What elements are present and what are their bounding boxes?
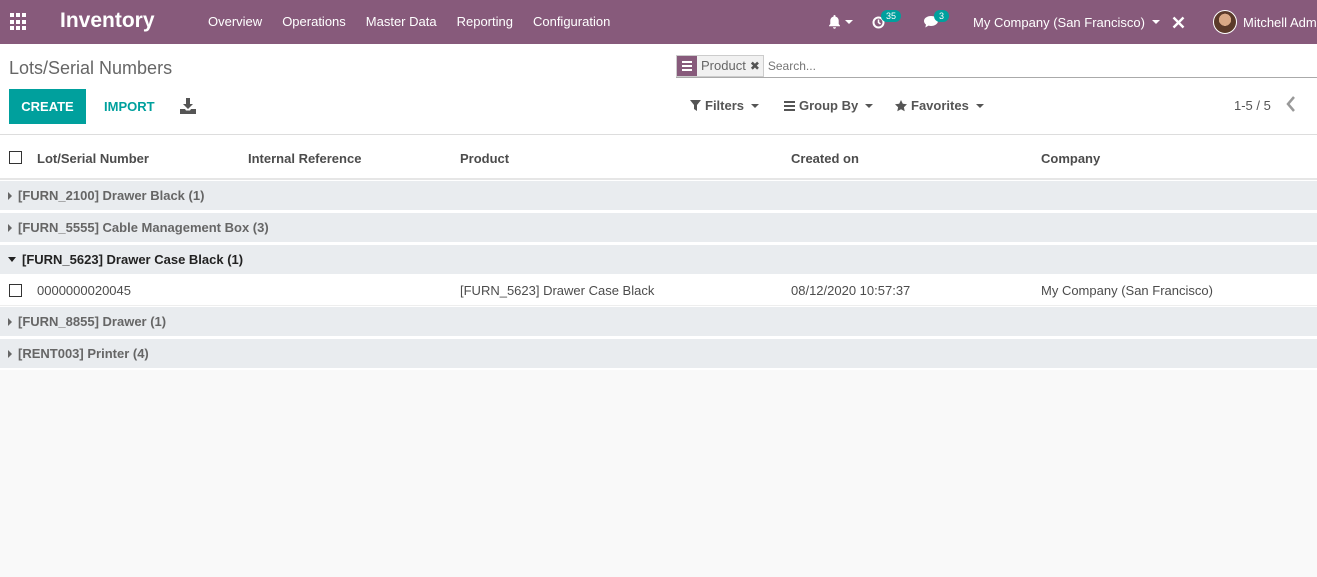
activities-menu[interactable]: 35 [872, 0, 905, 44]
star-icon [895, 99, 907, 111]
column-lot[interactable]: Lot/Serial Number [37, 151, 149, 166]
activities-badge: 35 [881, 10, 902, 22]
group-row[interactable]: [RENT003] Printer (4) [0, 338, 1317, 370]
caret-right-icon [8, 349, 12, 358]
chevron-down-icon [845, 20, 853, 24]
group-label: [FURN_2100] Drawer Black (1) [18, 188, 205, 203]
facet-label: Product [701, 58, 746, 73]
column-product[interactable]: Product [460, 151, 509, 166]
caret-right-icon [8, 191, 12, 200]
menu-configuration[interactable]: Configuration [523, 0, 620, 44]
group-label: [RENT003] Printer (4) [18, 346, 149, 361]
company-cell: My Company (San Francisco) [1041, 283, 1213, 298]
search-input[interactable] [767, 58, 1308, 73]
group-label: [FURN_5555] Cable Management Box (3) [18, 220, 269, 235]
created-on-cell: 08/12/2020 10:57:37 [791, 283, 911, 298]
chevron-down-icon [1151, 20, 1160, 24]
pager-value[interactable]: 1-5 / 5 [1234, 98, 1271, 113]
column-created-on[interactable]: Created on [791, 151, 859, 166]
menu-operations[interactable]: Operations [272, 0, 356, 44]
messages-badge: 3 [934, 10, 950, 22]
top-navbar: Inventory Overview Operations Master Dat… [0, 0, 1317, 44]
chevron-down-icon [865, 103, 874, 108]
caret-right-icon [8, 317, 12, 326]
menu-overview[interactable]: Overview [198, 0, 272, 44]
favorites-label: Favorites [911, 98, 969, 113]
group-label: [FURN_5623] Drawer Case Black (1) [22, 252, 244, 267]
company-name: My Company (San Francisco) [973, 14, 1145, 30]
page-title: Lots/Serial Numbers [9, 58, 173, 78]
chevron-down-icon [975, 103, 984, 108]
group-row[interactable]: [FURN_5555] Cable Management Box (3) [0, 212, 1317, 244]
select-all-checkbox[interactable] [9, 151, 22, 164]
caret-down-icon [8, 257, 16, 262]
filter-icon [690, 100, 701, 111]
lot-cell: 0000000020045 [37, 283, 131, 298]
chevron-down-icon [751, 103, 760, 108]
group-by-icon [677, 55, 697, 76]
product-cell: [FURN_5623] Drawer Case Black [460, 283, 655, 298]
group-row[interactable]: [FURN_8855] Drawer (1) [0, 306, 1317, 338]
search-facet-product: Product ✖ [676, 54, 764, 77]
notifications-dropdown[interactable] [828, 0, 853, 44]
app-title[interactable]: Inventory [60, 9, 155, 33]
list-icon [784, 100, 795, 111]
filters-dropdown[interactable]: Filters [690, 98, 760, 113]
download-icon[interactable] [180, 98, 196, 114]
groupby-label: Group By [799, 98, 859, 113]
groupby-dropdown[interactable]: Group By [784, 98, 874, 113]
favorites-dropdown[interactable]: Favorites [895, 98, 984, 113]
messages-menu[interactable]: 3 [924, 0, 953, 44]
chevron-left-icon[interactable] [1286, 95, 1296, 118]
avatar [1213, 10, 1237, 34]
caret-right-icon [8, 223, 12, 232]
company-switcher[interactable]: My Company (San Francisco) [973, 0, 1160, 44]
row-checkbox[interactable] [9, 284, 22, 297]
apps-menu-icon[interactable] [10, 13, 28, 31]
list-view: Lot/Serial Number Internal Reference Pro… [0, 135, 1317, 370]
bell-icon [829, 15, 840, 29]
create-button[interactable]: CREATE [9, 89, 86, 124]
user-menu[interactable]: Mitchell Adm [1213, 0, 1317, 44]
search-bar: Product ✖ [676, 54, 1317, 78]
control-panel: Lots/Serial Numbers Product ✖ CREATE IMP… [0, 44, 1317, 135]
column-company[interactable]: Company [1041, 151, 1100, 166]
filters-label: Filters [705, 98, 745, 113]
menu-reporting[interactable]: Reporting [447, 0, 523, 44]
group-row[interactable]: [FURN_2100] Drawer Black (1) [0, 180, 1317, 212]
menu-master-data[interactable]: Master Data [356, 0, 447, 44]
main-menu: Overview Operations Master Data Reportin… [198, 0, 620, 44]
column-internal-reference[interactable]: Internal Reference [248, 151, 361, 166]
group-row[interactable]: [FURN_5623] Drawer Case Black (1) [0, 244, 1317, 276]
group-label: [FURN_8855] Drawer (1) [18, 314, 167, 329]
close-icon[interactable] [1172, 0, 1185, 44]
table-header: Lot/Serial Number Internal Reference Pro… [0, 135, 1317, 180]
import-button[interactable]: IMPORT [96, 89, 163, 124]
remove-facet-icon[interactable]: ✖ [750, 59, 763, 73]
user-name: Mitchell Adm [1243, 14, 1317, 30]
table-row[interactable]: 0000000020045 [FURN_5623] Drawer Case Bl… [0, 276, 1317, 306]
